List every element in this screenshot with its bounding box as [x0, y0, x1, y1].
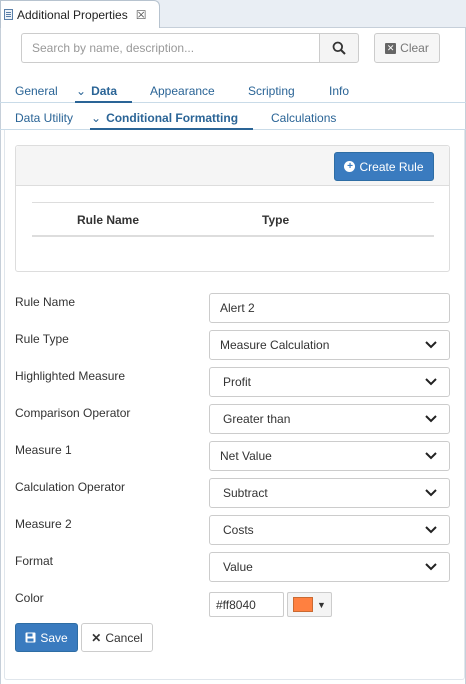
search-icon: [332, 41, 346, 55]
measure2-value: Costs: [223, 523, 254, 537]
chevron-down-icon: ⌄: [91, 111, 102, 125]
calculation-operator-value: Subtract: [223, 486, 268, 500]
highlighted-measure-value: Profit: [223, 375, 252, 389]
format-value: Value: [223, 560, 253, 574]
color-label: Color: [15, 591, 44, 605]
rules-card: + Create Rule Rule Name Type: [15, 145, 450, 272]
close-view-icon[interactable]: ☒: [136, 8, 147, 22]
rule-name-value: Alert 2: [220, 301, 255, 315]
search-button[interactable]: [319, 33, 359, 63]
tab-general[interactable]: General: [15, 84, 58, 98]
chevron-down-icon: [425, 378, 437, 386]
cancel-button[interactable]: ✕ Cancel: [81, 623, 153, 652]
properties-view-icon: [4, 9, 13, 20]
rule-type-select[interactable]: Measure Calculation: [209, 330, 450, 360]
chevron-down-icon: [425, 415, 437, 423]
highlighted-measure-select[interactable]: Profit: [209, 367, 450, 397]
close-icon: ✕: [91, 630, 102, 645]
tab-data[interactable]: ⌄ Data: [76, 84, 117, 98]
comparison-operator-value: Greater than: [223, 412, 291, 426]
calculation-operator-select[interactable]: Subtract: [209, 478, 450, 508]
measure1-label: Measure 1: [15, 443, 72, 457]
highlighted-measure-label: Highlighted Measure: [15, 369, 126, 383]
tab-calculations[interactable]: Calculations: [271, 111, 336, 125]
chevron-down-icon: [425, 341, 437, 349]
floppy-disk-icon: [25, 632, 36, 643]
search-bar: [21, 33, 359, 63]
clear-button[interactable]: ✕ Clear: [374, 33, 440, 63]
tab-scripting[interactable]: Scripting: [248, 84, 295, 98]
measure2-label: Measure 2: [15, 517, 72, 531]
column-header-type: Type: [262, 213, 290, 227]
search-input[interactable]: [21, 33, 319, 63]
tab-info[interactable]: Info: [329, 84, 349, 98]
chevron-down-icon: ⌄: [76, 84, 87, 98]
clear-icon: ✕: [385, 42, 397, 54]
color-hex-value: #ff8040: [216, 597, 256, 612]
tab-data-utility[interactable]: Data Utility: [15, 111, 73, 125]
format-select[interactable]: Value: [209, 552, 450, 582]
save-button[interactable]: Save: [15, 623, 78, 652]
chevron-down-icon: [425, 563, 437, 571]
tab-conditional-formatting[interactable]: ⌄ Conditional Formatting: [91, 111, 238, 125]
rules-table-header: Rule Name Type: [32, 202, 434, 237]
primary-tabs: General ⌄ Data Appearance Scripting Info: [0, 80, 466, 103]
color-hex-input[interactable]: #ff8040: [209, 592, 284, 617]
column-header-rule-name: Rule Name: [77, 213, 140, 227]
rule-type-label: Rule Type: [15, 332, 69, 346]
measure2-select[interactable]: Costs: [209, 515, 450, 545]
view-tab-title: Additional Properties: [17, 7, 128, 22]
color-swatch: [293, 597, 313, 612]
active-tab-indicator: [75, 101, 132, 103]
comparison-operator-select[interactable]: Greater than: [209, 404, 450, 434]
caret-down-icon: ▼: [317, 599, 326, 610]
color-picker-button[interactable]: ▼: [287, 592, 332, 617]
rule-name-label: Rule Name: [15, 295, 76, 309]
tab-data-label: Data: [91, 84, 118, 98]
plus-circle-icon: +: [344, 161, 356, 172]
tab-appearance[interactable]: Appearance: [150, 84, 215, 98]
calculation-operator-label: Calculation Operator: [15, 480, 126, 494]
measure1-value: Net Value: [220, 449, 272, 463]
save-label: Save: [40, 630, 68, 645]
secondary-tabs: Data Utility ⌄ Conditional Formatting Cal…: [0, 107, 466, 130]
rule-type-value: Measure Calculation: [220, 338, 330, 352]
chevron-down-icon: [425, 526, 437, 534]
create-rule-button[interactable]: + Create Rule: [334, 152, 434, 181]
comparison-operator-label: Comparison Operator: [15, 406, 131, 420]
format-label: Format: [15, 554, 54, 568]
tab-conditional-formatting-label: Conditional Formatting: [106, 111, 239, 125]
view-tab-additional-properties[interactable]: Additional Properties ☒: [0, 0, 160, 28]
create-rule-label: Create Rule: [359, 159, 424, 174]
chevron-down-icon: [425, 489, 437, 497]
measure1-select[interactable]: Net Value: [209, 441, 450, 471]
chevron-down-icon: [425, 452, 437, 460]
rule-name-input[interactable]: Alert 2: [209, 293, 450, 323]
clear-label: Clear: [400, 41, 429, 55]
rules-card-header: + Create Rule: [16, 146, 449, 186]
view-tab-bar: Additional Properties ☒: [0, 0, 466, 28]
cancel-label: Cancel: [105, 630, 143, 645]
